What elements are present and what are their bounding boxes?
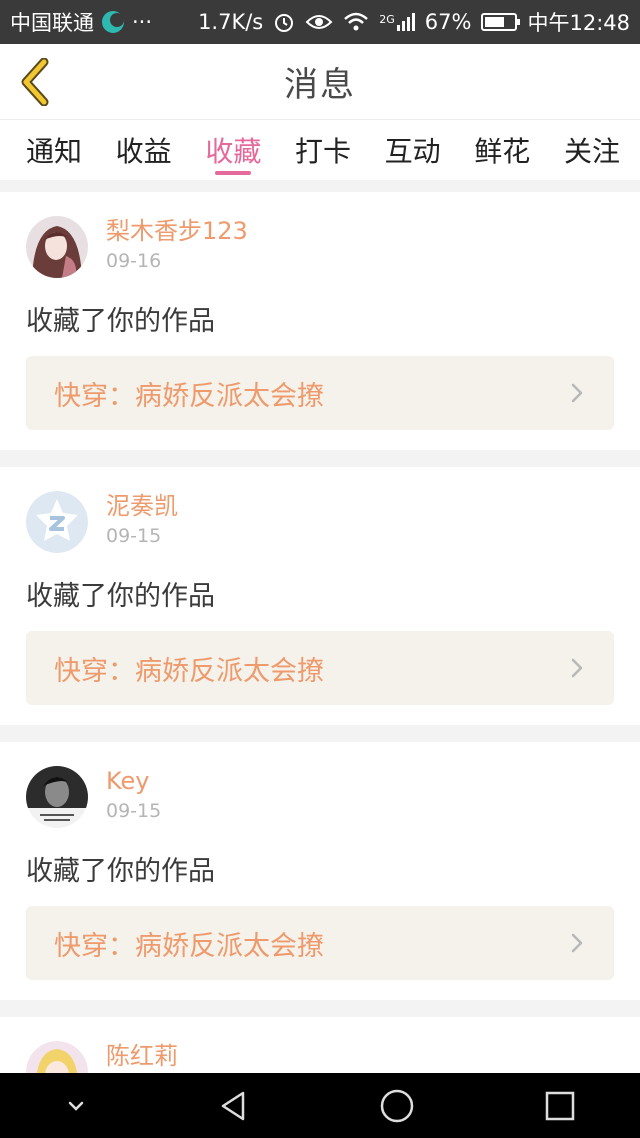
timestamp: 09-15 (106, 525, 162, 547)
username[interactable]: 陈红莉 (106, 1041, 178, 1071)
work-link[interactable]: 快穿：病娇反派太会撩 (26, 631, 614, 705)
tab-earnings[interactable]: 收益 (116, 117, 172, 183)
message-text: 收藏了你的作品 (26, 856, 215, 887)
timestamp: 09-16 (106, 250, 162, 272)
list-item: 泥奏凯 09-15 收藏了你的作品 快穿：病娇反派太会撩 (0, 467, 640, 725)
carrier-label: 中国联通 (10, 11, 94, 35)
back-arrow-icon (21, 58, 49, 106)
username[interactable]: 泥奏凯 (106, 491, 178, 521)
work-link[interactable]: 快穿：病娇反派太会撩 (26, 906, 614, 980)
tab-follow[interactable]: 关注 (564, 117, 620, 183)
chevron-right-icon (571, 933, 583, 953)
timestamp: 09-15 (106, 800, 162, 822)
battery-fill (485, 17, 505, 27)
tab-favorites[interactable]: 收藏 (205, 117, 261, 183)
app-header: 消息 (0, 44, 640, 120)
chevron-down-icon[interactable] (64, 1094, 88, 1118)
back-button[interactable] (14, 58, 54, 106)
network-speed: 1.7K/s (198, 10, 264, 34)
system-nav-bar (0, 1073, 640, 1138)
avatar[interactable] (26, 766, 88, 828)
eye-icon (305, 15, 333, 29)
work-title: 快穿：病娇反派太会撩 (54, 380, 324, 412)
work-title: 快穿：病娇反派太会撩 (54, 930, 324, 962)
work-link[interactable]: 快穿：病娇反派太会撩 (26, 356, 614, 430)
moon-icon (102, 11, 124, 33)
recent-apps-icon[interactable] (544, 1090, 576, 1122)
list-item: 梨木香步123 09-16 收藏了你的作品 快穿：病娇反派太会撩 (0, 192, 640, 450)
tab-checkin[interactable]: 打卡 (295, 117, 351, 183)
tab-notify[interactable]: 通知 (26, 117, 82, 183)
avatar[interactable] (26, 216, 88, 278)
list-item: Key 09-15 收藏了你的作品 快穿：病娇反派太会撩 (0, 742, 640, 1000)
home-circle-icon[interactable] (379, 1088, 415, 1124)
page-title: 消息 (284, 65, 356, 105)
battery-icon (481, 13, 521, 31)
clock: 中午12:48 (527, 11, 630, 35)
work-title: 快穿：病娇反派太会撩 (54, 655, 324, 687)
username[interactable]: Key (106, 766, 161, 796)
more-notifications: ··· (132, 10, 153, 34)
chevron-right-icon (571, 383, 583, 403)
battery-percent: 67% (424, 10, 472, 34)
tab-bar: 通知 收益 收藏 打卡 互动 鲜花 关注 (0, 120, 640, 186)
alarm-icon (275, 14, 294, 32)
chevron-right-icon (571, 658, 583, 678)
status-bar: 中国联通 ··· 1.7K/s 2G 67% 中午12:48 (0, 0, 640, 44)
network-type: 2G (379, 13, 395, 26)
signal-icon: 2G (379, 13, 415, 31)
message-text: 收藏了你的作品 (26, 581, 215, 612)
wifi-icon (344, 12, 369, 31)
tab-interaction[interactable]: 互动 (385, 117, 441, 183)
avatar[interactable] (26, 491, 88, 553)
back-triangle-icon[interactable] (217, 1089, 251, 1123)
username[interactable]: 梨木香步123 (106, 216, 248, 246)
message-feed: 梨木香步123 09-16 收藏了你的作品 快穿：病娇反派太会撩 泥奏凯 09-… (0, 192, 640, 1114)
message-text: 收藏了你的作品 (26, 306, 215, 337)
tab-flowers[interactable]: 鲜花 (474, 117, 530, 183)
